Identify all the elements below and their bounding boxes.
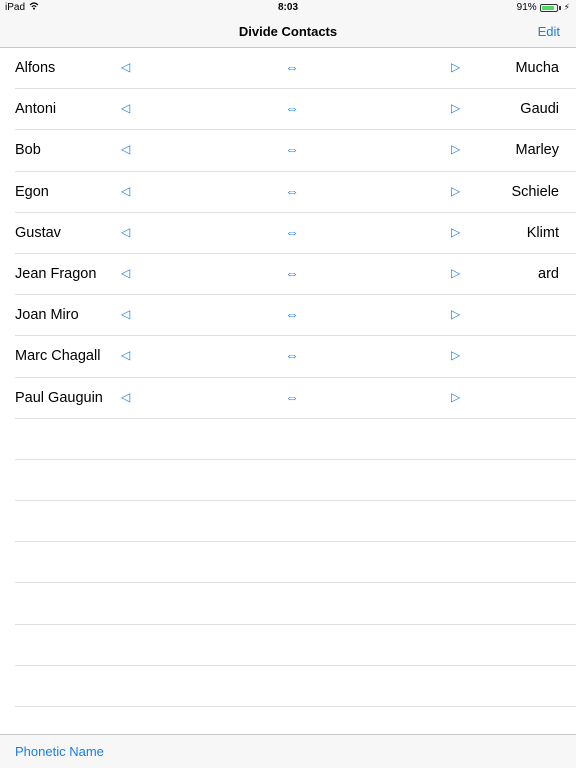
first-name-label: Bob xyxy=(15,142,41,159)
battery-fill xyxy=(541,5,555,10)
last-name-label: ard xyxy=(538,265,559,282)
contact-row: Joan Miro ◁ ⇔ ▷ xyxy=(15,295,576,337)
move-left-arrow-icon[interactable]: ◁ xyxy=(121,307,130,321)
contact-row: Marc Chagall ◁ ⇔ ▷ xyxy=(15,336,576,378)
move-left-arrow-icon[interactable]: ◁ xyxy=(121,266,130,280)
swap-arrow-icon[interactable]: ⇔ xyxy=(285,183,299,199)
battery-percent: 91% xyxy=(516,2,537,13)
contact-row: Alfons ◁ ⇔ ▷ Mucha xyxy=(15,48,576,90)
swap-arrow-icon[interactable]: ⇔ xyxy=(285,141,299,157)
empty-row xyxy=(15,460,576,502)
last-name-label: Klimt xyxy=(526,224,559,241)
status-right: 91% ⚡ xyxy=(517,2,570,13)
empty-row xyxy=(15,501,576,543)
first-name-label: Jean Fragon xyxy=(15,265,97,282)
empty-row xyxy=(15,583,576,625)
edit-button[interactable]: Edit xyxy=(538,24,560,39)
swap-arrow-icon[interactable]: ⇔ xyxy=(285,59,299,75)
move-left-arrow-icon[interactable]: ◁ xyxy=(121,101,130,115)
last-name-label: Gaudi xyxy=(520,101,559,118)
empty-row xyxy=(15,419,576,460)
contact-row: Paul Gauguin ◁ ⇔ ▷ xyxy=(15,378,576,419)
first-name-label: Egon xyxy=(15,183,49,200)
move-right-arrow-icon[interactable]: ▷ xyxy=(451,60,460,74)
move-left-arrow-icon[interactable]: ◁ xyxy=(121,60,130,74)
swap-arrow-icon[interactable]: ⇔ xyxy=(285,347,299,363)
swap-arrow-icon[interactable]: ⇔ xyxy=(285,224,299,240)
swap-arrow-icon[interactable]: ⇔ xyxy=(285,389,299,405)
charging-bolt-icon: ⚡ xyxy=(563,2,570,12)
move-left-arrow-icon[interactable]: ◁ xyxy=(121,142,130,156)
contact-row: Jean Fragon ◁ ⇔ ▷ ard xyxy=(15,254,576,296)
swap-arrow-icon[interactable]: ⇔ xyxy=(285,265,299,281)
first-name-label: Gustav xyxy=(15,224,61,241)
bottom-toolbar: Phonetic Name xyxy=(0,734,576,768)
move-right-arrow-icon[interactable]: ▷ xyxy=(451,307,460,321)
navigation-bar: Divide Contacts Edit xyxy=(0,16,576,48)
empty-row xyxy=(15,666,576,707)
empty-row xyxy=(15,542,576,584)
status-time: 8:03 xyxy=(277,2,298,13)
contact-row: Antoni ◁ ⇔ ▷ Gaudi xyxy=(15,89,576,131)
move-left-arrow-icon[interactable]: ◁ xyxy=(121,348,130,362)
swap-arrow-icon[interactable]: ⇔ xyxy=(285,100,299,116)
last-name-label: Mucha xyxy=(515,60,559,76)
phonetic-name-button[interactable]: Phonetic Name xyxy=(15,744,104,759)
first-name-label: Antoni xyxy=(15,101,57,118)
contact-row: Bob ◁ ⇔ ▷ Marley xyxy=(15,130,576,172)
move-left-arrow-icon[interactable]: ◁ xyxy=(121,225,130,239)
move-right-arrow-icon[interactable]: ▷ xyxy=(451,101,460,115)
contact-list: Alfons ◁ ⇔ ▷ Mucha Antoni ◁ ⇔ ▷ Gaudi Bob ◁ ⇔ ▷ Marley… xyxy=(0,48,576,707)
first-name-label: Paul Gauguin xyxy=(15,389,103,406)
first-name-label: Marc Chagall xyxy=(15,348,101,365)
first-name-label: Alfons xyxy=(15,60,56,76)
empty-row xyxy=(15,625,576,666)
contact-row: Egon ◁ ⇔ ▷ Schiele xyxy=(15,172,576,213)
first-name-label: Joan Miro xyxy=(15,307,79,324)
move-right-arrow-icon[interactable]: ▷ xyxy=(451,266,460,280)
move-right-arrow-icon[interactable]: ▷ xyxy=(451,348,460,362)
move-left-arrow-icon[interactable]: ◁ xyxy=(121,390,130,404)
move-right-arrow-icon[interactable]: ▷ xyxy=(451,390,460,404)
move-right-arrow-icon[interactable]: ▷ xyxy=(451,142,460,156)
page-title: Divide Contacts xyxy=(238,24,338,39)
status-bar: iPad 8:03 91% ⚡ xyxy=(0,0,576,16)
contact-row: Gustav ◁ ⇔ ▷ Klimt xyxy=(15,213,576,254)
battery-icon xyxy=(539,3,558,12)
battery-tip xyxy=(558,5,561,10)
move-right-arrow-icon[interactable]: ▷ xyxy=(451,225,460,239)
last-name-label: Marley xyxy=(515,142,559,159)
swap-arrow-icon[interactable]: ⇔ xyxy=(285,306,299,322)
move-left-arrow-icon[interactable]: ◁ xyxy=(121,184,130,198)
move-right-arrow-icon[interactable]: ▷ xyxy=(451,184,460,198)
last-name-label: Schiele xyxy=(511,183,559,200)
